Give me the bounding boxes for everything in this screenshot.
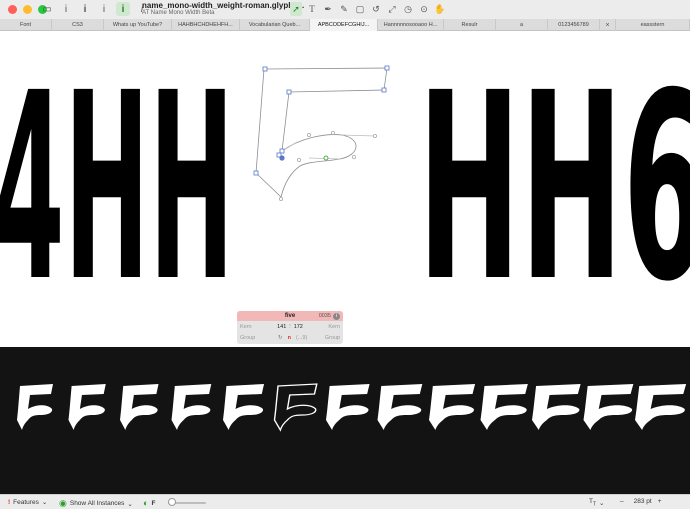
preview-glyph[interactable] — [17, 384, 53, 430]
info-i-icon[interactable]: i — [97, 2, 111, 16]
glyph-info-panel: five 0035 i Kern 141 ⫶ 172 Kern Group ↻ … — [237, 311, 343, 344]
draw-icon[interactable]: ✎ — [338, 2, 350, 16]
kern-values: 141 ⫶ 172 — [274, 324, 306, 331]
preview-glyph[interactable] — [171, 384, 212, 430]
preview-glyph[interactable] — [120, 384, 159, 430]
preview-panel[interactable] — [0, 347, 690, 494]
preview-glyph[interactable] — [223, 384, 265, 430]
zoom-value[interactable]: 283 pt — [634, 498, 652, 505]
preview-glyph[interactable] — [326, 384, 370, 430]
chevron-down-icon: ⌄ — [41, 499, 48, 506]
edit-tools: ➚ T ✒ ✎ ▢ ↺ ⤢ ◷ ⊙ ✋ — [290, 2, 446, 16]
preview-glyph[interactable] — [377, 384, 423, 430]
zoom-out-button[interactable]: – — [620, 498, 624, 505]
info-i-icon[interactable]: i — [59, 2, 73, 16]
warning-icon: ! — [8, 498, 11, 506]
preview-drawing — [17, 383, 687, 431]
chevron-down-icon: ⌄ — [127, 500, 133, 508]
title-bar: ▭ i i i i i name_mono-width_weight-roman… — [0, 0, 690, 19]
show-instances-menu[interactable]: ◉ Show All Instances ⌄ — [59, 498, 133, 509]
preview-glyph-selected[interactable] — [273, 383, 318, 431]
preview-glyph[interactable] — [635, 384, 687, 430]
glyph-info-header: five 0035 i — [237, 311, 343, 321]
info-i-bold-icon[interactable]: i — [78, 2, 92, 16]
tab-close-button[interactable]: × — [600, 19, 616, 31]
glyph-outline-five[interactable] — [255, 67, 388, 198]
tab-font[interactable]: Font — [0, 19, 52, 31]
features-label: Features — [13, 498, 39, 506]
preview-glyph[interactable] — [532, 384, 581, 430]
text-size-icon: TT — [589, 498, 597, 508]
annotate-icon[interactable]: ⊙ — [418, 2, 430, 16]
rotate-icon[interactable]: ↺ — [370, 2, 382, 16]
tab-hahbh[interactable]: HAHBHCHDHEHFH... — [172, 19, 240, 31]
scale-icon[interactable]: ⤢ — [386, 2, 398, 16]
kern-right-value[interactable]: 172 — [294, 324, 303, 331]
preview-glyph[interactable] — [583, 384, 634, 430]
tab-hannnn[interactable]: Hannnnnosooaoo H... — [378, 19, 444, 31]
minimize-button[interactable] — [23, 5, 32, 14]
f-label: F — [151, 499, 156, 507]
text-settings-menu[interactable]: TT ⌄ — [589, 498, 605, 507]
tab-vocabularian[interactable]: Vocabularian Queb... — [240, 19, 310, 31]
group-label-right: Group — [324, 335, 340, 341]
chevron-down-icon: ⌄ — [599, 499, 605, 507]
tab-eassstern[interactable]: eassstern — [616, 19, 690, 31]
group-value[interactable]: n — [288, 335, 291, 341]
close-button[interactable] — [8, 5, 17, 14]
info-icon[interactable]: i — [333, 313, 340, 320]
kern-left-value[interactable]: 141 — [277, 324, 286, 331]
preview-mode-toggle[interactable]: ◐ F — [143, 498, 155, 508]
hand-icon[interactable]: ✋ — [434, 2, 446, 16]
active-i-icon[interactable]: i — [116, 2, 130, 16]
glyph-string-left: 4HH — [0, 38, 234, 338]
select-icon[interactable]: ➚ — [290, 2, 302, 16]
glyph-unicode[interactable]: 0035 — [319, 313, 331, 319]
outline-nodes[interactable] — [253, 65, 390, 201]
tab-cs3[interactable]: CS3 — [52, 19, 104, 31]
kern-row: Kern 141 ⫶ 172 Kern — [240, 322, 340, 332]
preview-size-knob[interactable] — [168, 498, 176, 506]
group-label-left: Group — [240, 335, 256, 341]
zoom-controls: – 283 pt + — [620, 498, 662, 505]
document-title: name_mono-width_weight-roman.glyphs... — [142, 1, 305, 10]
tab-resulr[interactable]: Resulr — [444, 19, 496, 31]
sidebar-icon[interactable]: ▭ — [40, 2, 54, 16]
pen-icon[interactable]: ✒ — [322, 2, 334, 16]
features-menu[interactable]: ! Features ⌄ — [8, 498, 48, 507]
bottom-bar: ! Features ⌄ ◉ Show All Instances ⌄ ◐ F … — [0, 494, 690, 509]
measure-icon[interactable]: ◷ — [402, 2, 414, 16]
group-row: Group ↻ n (...9) Group — [240, 333, 340, 343]
group-extra: (...9) — [295, 335, 308, 341]
eye-icon: ◉ — [59, 498, 67, 508]
text-icon[interactable]: T — [306, 2, 318, 16]
canvas-drawing: 4HH HH6 — [0, 38, 690, 338]
rectangle-icon[interactable]: ▢ — [354, 2, 366, 16]
tab-bar: Font CS3 Whats up YouTube? HAHBHCHDHEHFH… — [0, 19, 690, 31]
tab-apbco[interactable]: APBCODEFCGHIJ... — [310, 19, 378, 31]
zoom-in-button[interactable]: + — [658, 498, 662, 505]
tab-digits[interactable]: 0123456789 — [548, 19, 600, 31]
preview-glyph-row — [17, 383, 687, 431]
preview-glyph[interactable] — [429, 384, 476, 430]
document-subtitle: AT Name Mono Width Beta — [142, 10, 215, 16]
toolbar-left: ▭ i i i i i — [40, 2, 149, 16]
sync-icon[interactable]: ↻ — [278, 335, 283, 341]
edit-canvas[interactable]: 4HH HH6 — [0, 31, 690, 347]
kern-label-right: Kern — [328, 324, 340, 330]
glyph-string-right: HH6 — [418, 38, 690, 338]
half-circle-icon: ◐ — [143, 498, 149, 508]
tab-whats-up-youtube[interactable]: Whats up YouTube? — [104, 19, 172, 31]
glyphs-window: ▭ i i i i i name_mono-width_weight-roman… — [0, 0, 690, 509]
tab-a[interactable]: a — [496, 19, 548, 31]
group-values: ↻ n (...9) — [278, 335, 307, 341]
kern-label-left: Kern — [240, 324, 252, 330]
preview-glyph[interactable] — [480, 384, 528, 430]
width-lock-icon[interactable]: ⫶ — [289, 324, 290, 331]
preview-glyph[interactable] — [68, 384, 106, 430]
instances-label: Show All Instances — [69, 500, 125, 507]
